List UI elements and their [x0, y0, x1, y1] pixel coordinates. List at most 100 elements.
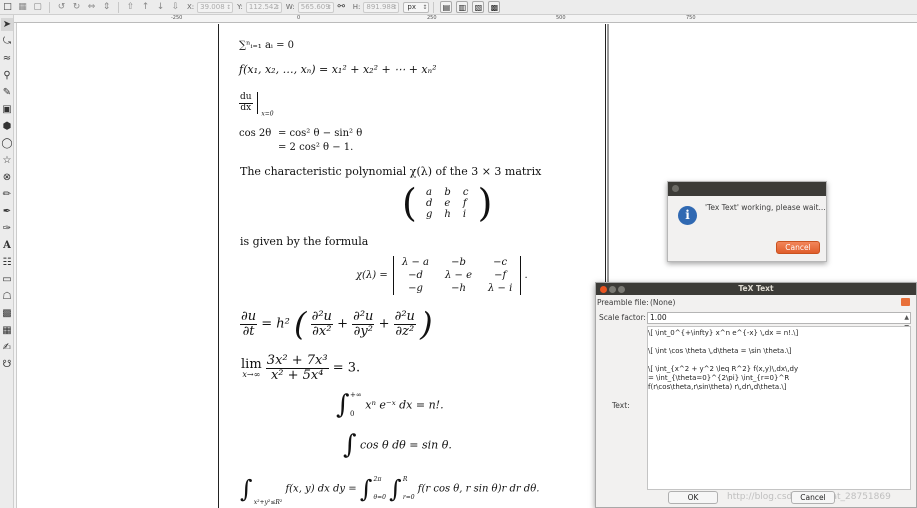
dialog-title: TeX Text	[738, 284, 774, 293]
pde-lhs-num: ∂u	[240, 308, 258, 325]
derivative-eval[interactable]: du dx x=0	[239, 92, 274, 118]
pde-term: ∂²u ∂x²	[310, 310, 333, 338]
cos-line-2[interactable]: = 2 cos² θ − 1.	[278, 142, 353, 153]
scale-stroke-toggle-icon[interactable]: ▤	[440, 1, 453, 13]
lower-to-bottom-icon[interactable]: ⇩	[170, 2, 181, 13]
flip-vertical-icon[interactable]: ⇕	[101, 2, 112, 13]
raise-icon[interactable]: ↑	[140, 2, 151, 13]
flip-horizontal-icon[interactable]: ⇔	[86, 2, 97, 13]
pde-term: ∂²u ∂z²	[393, 308, 416, 338]
measure-tool-icon[interactable]: ✎	[1, 86, 13, 99]
preamble-file-chooser[interactable]: (None)	[647, 297, 912, 308]
text-line	[648, 356, 910, 365]
height-field: H: 891.988	[353, 1, 400, 13]
rotate-ccw-icon[interactable]: ↺	[56, 2, 67, 13]
gradient-tool-icon[interactable]: ▩	[1, 307, 13, 320]
lim-fraction: 3x² + 7x³ x² + 5x⁴	[265, 353, 329, 382]
info-titlebar[interactable]	[668, 182, 826, 196]
matrix-cell: a	[426, 186, 432, 198]
toolbar-separator	[118, 1, 119, 13]
integral-3[interactable]: ∫ x²+y²≤R² f(x, y) dx dy = ∫ 2π θ=0 ∫ R …	[240, 475, 539, 506]
pencil-tool-icon[interactable]: ✏	[1, 188, 13, 201]
spiral-tool-icon[interactable]: ⊗	[1, 171, 13, 184]
derivative-denominator: dx	[240, 102, 252, 113]
char-poly-sentence[interactable]: The characteristic polynomial χ(λ) of th…	[240, 165, 541, 178]
toolbar-separator	[49, 1, 50, 13]
3d-box-tool-icon[interactable]: ⬢	[1, 120, 13, 133]
pde-term: ∂²u ∂y²	[352, 310, 375, 339]
cos-lhs[interactable]: cos 2θ	[239, 128, 271, 139]
lim-numerator: 3x² + 7x³	[265, 353, 329, 369]
lower-icon[interactable]: ↓	[155, 2, 166, 13]
x-input[interactable]: 39.008	[197, 1, 234, 13]
det-cell: −c	[493, 257, 508, 268]
period: .	[524, 270, 528, 281]
text-line: \[ \int_{x^2 + y^2 \leq R^2} f(x,y)\,dx\…	[648, 365, 799, 373]
y-coordinate: Y: 112.542	[237, 1, 282, 13]
pde-equation[interactable]: ∂u ∂t = h² ( ∂²u ∂x² + ∂²u ∂y² + ∂²u ∂z² )	[240, 308, 433, 340]
move-patterns-toggle-icon[interactable]: ▩	[488, 1, 501, 13]
w-label: W:	[285, 3, 295, 11]
determinant-equation[interactable]: χ(λ) = λ − a −b −c −d λ − e −f −g −h λ − i .	[356, 256, 528, 295]
text-line: \[ \int_0^{+\infty} x^n e^{-x} \,dx = n!…	[648, 329, 799, 337]
scale-factor-input[interactable]: 1.00 ▲▼	[647, 312, 911, 331]
ok-button[interactable]: OK	[668, 491, 718, 504]
tweak-tool-icon[interactable]: ≈	[1, 52, 13, 65]
text-tool-icon[interactable]: A	[1, 239, 13, 252]
function-equation[interactable]: f(x₁, x₂, …, xₙ) = x₁² + x₂² + ⋯ + xₙ²	[239, 63, 436, 76]
plus-sign: +	[378, 316, 390, 332]
tex-text-area[interactable]: \[ \int_0^{+\infty} x^n e^{-x} \,dx = n!…	[647, 326, 911, 490]
given-by-sentence[interactable]: is given by the formula	[240, 235, 368, 248]
deselect-icon[interactable]: ▢	[32, 2, 43, 13]
int3-limits-theta: 2π θ=0	[374, 477, 386, 501]
paint-bucket-tool-icon[interactable]: ☖	[1, 290, 13, 303]
eraser-tool-icon[interactable]: ▭	[1, 273, 13, 286]
integral-sign: ∫	[240, 475, 253, 503]
star-tool-icon[interactable]: ☆	[1, 154, 13, 167]
pde-term-den: ∂y²	[353, 323, 373, 339]
folder-icon[interactable]	[901, 298, 910, 306]
matrix-table: abc def ghi	[420, 187, 474, 220]
rectangle-tool-icon[interactable]: ▣	[1, 103, 13, 116]
spray-tool-icon[interactable]: ☷	[1, 256, 13, 269]
pde-term-num: ∂²u	[393, 308, 416, 325]
close-icon[interactable]	[672, 185, 679, 192]
select-all-icon[interactable]: □	[2, 2, 13, 13]
pen-tool-icon[interactable]: ✒	[1, 205, 13, 218]
text-line: \[ \int \cos \theta \,d\theta = \sin \th…	[648, 347, 792, 355]
selector-tool-icon[interactable]: ➤	[1, 18, 13, 31]
move-gradients-toggle-icon[interactable]: ▧	[472, 1, 485, 13]
lock-icon[interactable]: ⚯	[336, 2, 347, 13]
unit-select[interactable]: px	[403, 1, 430, 13]
matrix-cell: b	[444, 186, 451, 198]
info-cancel-button[interactable]: Cancel	[776, 241, 820, 254]
integral-2[interactable]: ∫ cos θ dθ = sin θ.	[343, 430, 452, 460]
det-cell: λ − e	[445, 270, 472, 281]
eval-bar	[257, 92, 259, 114]
zoom-tool-icon[interactable]: ⚲	[1, 69, 13, 82]
select-in-all-layers-icon[interactable]: ▦	[17, 2, 28, 13]
connector-tool-icon[interactable]: ☋	[1, 358, 13, 371]
y-input[interactable]: 112.542	[245, 1, 282, 13]
cos-line-1[interactable]: = cos² θ − sin² θ	[278, 128, 362, 139]
mesh-tool-icon[interactable]: ▦	[1, 324, 13, 337]
rotate-cw-icon[interactable]: ↻	[71, 2, 82, 13]
cancel-button[interactable]: Cancel	[791, 491, 835, 504]
node-tool-icon[interactable]: ⤿	[1, 35, 13, 48]
scale-corners-toggle-icon[interactable]: ▥	[456, 1, 469, 13]
calligraphy-tool-icon[interactable]: ✑	[1, 222, 13, 235]
matrix[interactable]: ( abc def ghi )	[402, 184, 493, 222]
det-cell: −f	[494, 270, 507, 281]
limit-equation[interactable]: lim x→∞ 3x² + 7x³ x² + 5x⁴ = 3.	[241, 354, 360, 382]
integral-sign: ∫	[359, 475, 373, 503]
h-input[interactable]: 891.988	[363, 1, 400, 13]
tex-titlebar[interactable]: TeX Text	[596, 283, 916, 295]
sum-equation[interactable]: ∑ⁿᵢ₌₁ aᵢ = 0	[239, 40, 294, 51]
text-label: Text:	[612, 401, 630, 410]
ellipse-tool-icon[interactable]: ◯	[1, 137, 13, 150]
int1-lower: 0	[350, 410, 355, 418]
integral-1[interactable]: ∫ +∞ 0 xⁿ e⁻ˣ dx = n!.	[336, 390, 444, 420]
dropper-tool-icon[interactable]: ✍	[1, 341, 13, 354]
w-input[interactable]: 565.609	[297, 1, 334, 13]
raise-to-top-icon[interactable]: ⇧	[125, 2, 136, 13]
